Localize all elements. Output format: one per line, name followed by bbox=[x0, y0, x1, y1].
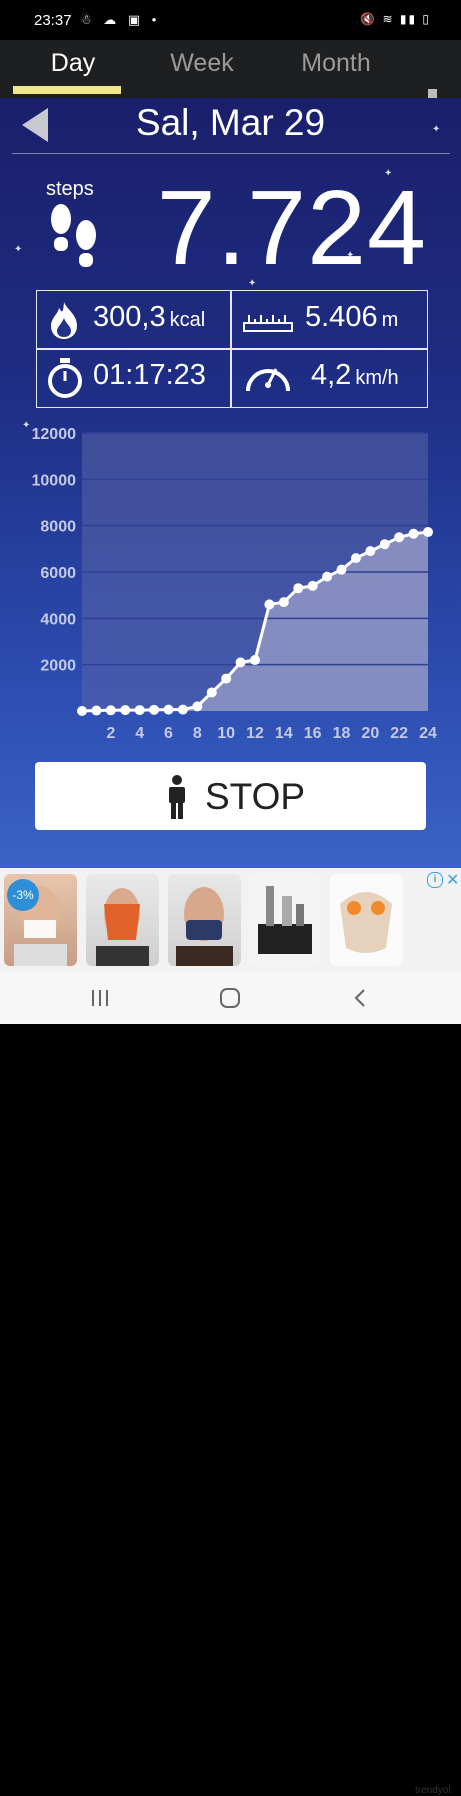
chart-point bbox=[336, 564, 347, 575]
chart-x-tick-label: 4 bbox=[135, 725, 144, 742]
ad-brand-label: trendyol bbox=[415, 1785, 451, 1796]
steps-count: 7.724 bbox=[156, 169, 427, 287]
speedometer-icon bbox=[243, 355, 293, 404]
chart-x-tick-label: 10 bbox=[217, 725, 235, 742]
recent-apps-icon[interactable] bbox=[80, 984, 120, 1012]
duration-value: 01:17:23 bbox=[93, 359, 206, 391]
chart-point bbox=[278, 597, 289, 608]
chart-point bbox=[120, 705, 131, 716]
chart-point bbox=[177, 704, 188, 715]
ad-product-image[interactable] bbox=[168, 874, 241, 966]
distance-unit: m bbox=[381, 309, 399, 331]
chart-y-tick-label: 12000 bbox=[32, 426, 77, 443]
system-nav-bar bbox=[0, 972, 461, 1024]
chart-x-tick-label: 16 bbox=[304, 725, 322, 742]
notification-icons: ☃ ☁ ▣ • bbox=[80, 12, 161, 27]
distance-value: 5.406 bbox=[305, 301, 378, 333]
speed-unit: km/h bbox=[355, 367, 399, 389]
chart-point bbox=[350, 553, 361, 564]
calories-stat: 300,3 kcal bbox=[93, 301, 205, 334]
calories-value: 300,3 bbox=[93, 301, 166, 333]
chart-y-tick-label: 10000 bbox=[32, 472, 77, 489]
tab-day[interactable]: Day bbox=[13, 48, 133, 94]
tab-day-label: Day bbox=[50, 49, 96, 77]
tab-week[interactable]: Week bbox=[142, 48, 262, 92]
chart-point bbox=[250, 655, 260, 666]
chart-x-tick-label: 24 bbox=[419, 725, 437, 742]
stopwatch-icon bbox=[46, 357, 84, 404]
date-title: Sal, Mar 29 bbox=[135, 102, 326, 143]
chart-y-tick-label: 6000 bbox=[40, 565, 76, 582]
person-icon bbox=[169, 775, 185, 819]
chart-y-tick-label: 8000 bbox=[40, 519, 76, 536]
chart-point bbox=[423, 527, 433, 538]
steps-label: steps bbox=[46, 178, 94, 200]
chart-point bbox=[77, 706, 87, 716]
ad-product-image[interactable] bbox=[248, 874, 321, 966]
home-icon[interactable] bbox=[210, 984, 250, 1012]
chart-point bbox=[149, 704, 160, 715]
chart-point bbox=[264, 599, 275, 610]
chart-x-tick-label: 22 bbox=[390, 725, 408, 742]
chart-point bbox=[322, 571, 333, 582]
discount-badge: -3% bbox=[7, 879, 39, 911]
stop-button-label: STOP bbox=[205, 776, 306, 817]
tab-week-label: Week bbox=[170, 49, 234, 77]
tab-month[interactable]: Month bbox=[276, 48, 396, 92]
active-tab-indicator bbox=[13, 86, 121, 94]
chart-point bbox=[163, 704, 174, 715]
speed-stat: 4,2 km/h bbox=[311, 359, 399, 392]
status-time: 23:37 bbox=[34, 12, 72, 29]
stop-button[interactable]: STOP bbox=[35, 762, 426, 830]
ad-banner[interactable]: trendyol bbox=[0, 868, 461, 1796]
chart-point bbox=[235, 657, 246, 668]
ruler-icon bbox=[243, 309, 293, 338]
tab-month-label: Month bbox=[301, 49, 371, 77]
chart-x-tick-label: 14 bbox=[275, 725, 293, 742]
chart-x-tick-label: 18 bbox=[333, 725, 351, 742]
ad-info-icon[interactable]: i bbox=[427, 872, 443, 888]
chart-point bbox=[221, 673, 232, 684]
chart-x-tick-label: 8 bbox=[193, 725, 202, 742]
chart-point bbox=[206, 687, 217, 698]
chart-x-tick-label: 12 bbox=[246, 725, 264, 742]
speed-value: 4,2 bbox=[311, 359, 352, 391]
chart-x-tick-label: 2 bbox=[106, 725, 115, 742]
ad-product-image[interactable] bbox=[86, 874, 159, 966]
flame-icon bbox=[47, 300, 81, 345]
stats-panel: 300,3 kcal 5.406 m 01:17:23 4,2 km/h bbox=[36, 290, 428, 408]
steps-chart: 200040006000800010000120002 4 6 8 10 12 14 16 18… bbox=[32, 426, 438, 742]
chart-point bbox=[307, 580, 318, 591]
footprints-icon bbox=[46, 202, 102, 275]
chart-point bbox=[105, 705, 116, 716]
status-bar: 23:37 ☃ ☁ ▣ • 🔇 ≋ ▮▮ ▯ bbox=[0, 0, 461, 40]
main-panel: ✦ ✦ ✦ ✦ ✦ ✦ Sal, Mar 29 steps 7.724 300,… bbox=[0, 98, 461, 868]
calories-unit: kcal bbox=[169, 309, 206, 331]
chart-point bbox=[134, 705, 145, 716]
system-icons: 🔇 ≋ ▮▮ ▯ bbox=[360, 12, 431, 26]
ad-product-image[interactable] bbox=[330, 874, 403, 966]
chart-x-tick-label: 6 bbox=[164, 725, 173, 742]
chart-point bbox=[408, 528, 419, 539]
chart-y-tick-label: 2000 bbox=[40, 658, 76, 675]
chart-x-tick-label: 20 bbox=[361, 725, 379, 742]
distance-stat: 5.406 m bbox=[305, 301, 398, 334]
tab-bar: Day Week Month bbox=[0, 40, 461, 122]
chart-y-tick-label: 4000 bbox=[40, 611, 76, 628]
chart-point bbox=[91, 705, 102, 716]
ad-close-icon[interactable]: ✕ bbox=[446, 870, 459, 890]
star-decoration: ✦ bbox=[14, 244, 23, 255]
chart-point bbox=[293, 583, 304, 594]
chart-point bbox=[192, 701, 203, 712]
divider bbox=[12, 153, 450, 154]
back-icon[interactable] bbox=[340, 984, 380, 1012]
chart-point bbox=[394, 532, 405, 543]
duration-stat: 01:17:23 bbox=[93, 359, 206, 392]
chart-point bbox=[379, 539, 390, 550]
chart-point bbox=[365, 546, 376, 557]
